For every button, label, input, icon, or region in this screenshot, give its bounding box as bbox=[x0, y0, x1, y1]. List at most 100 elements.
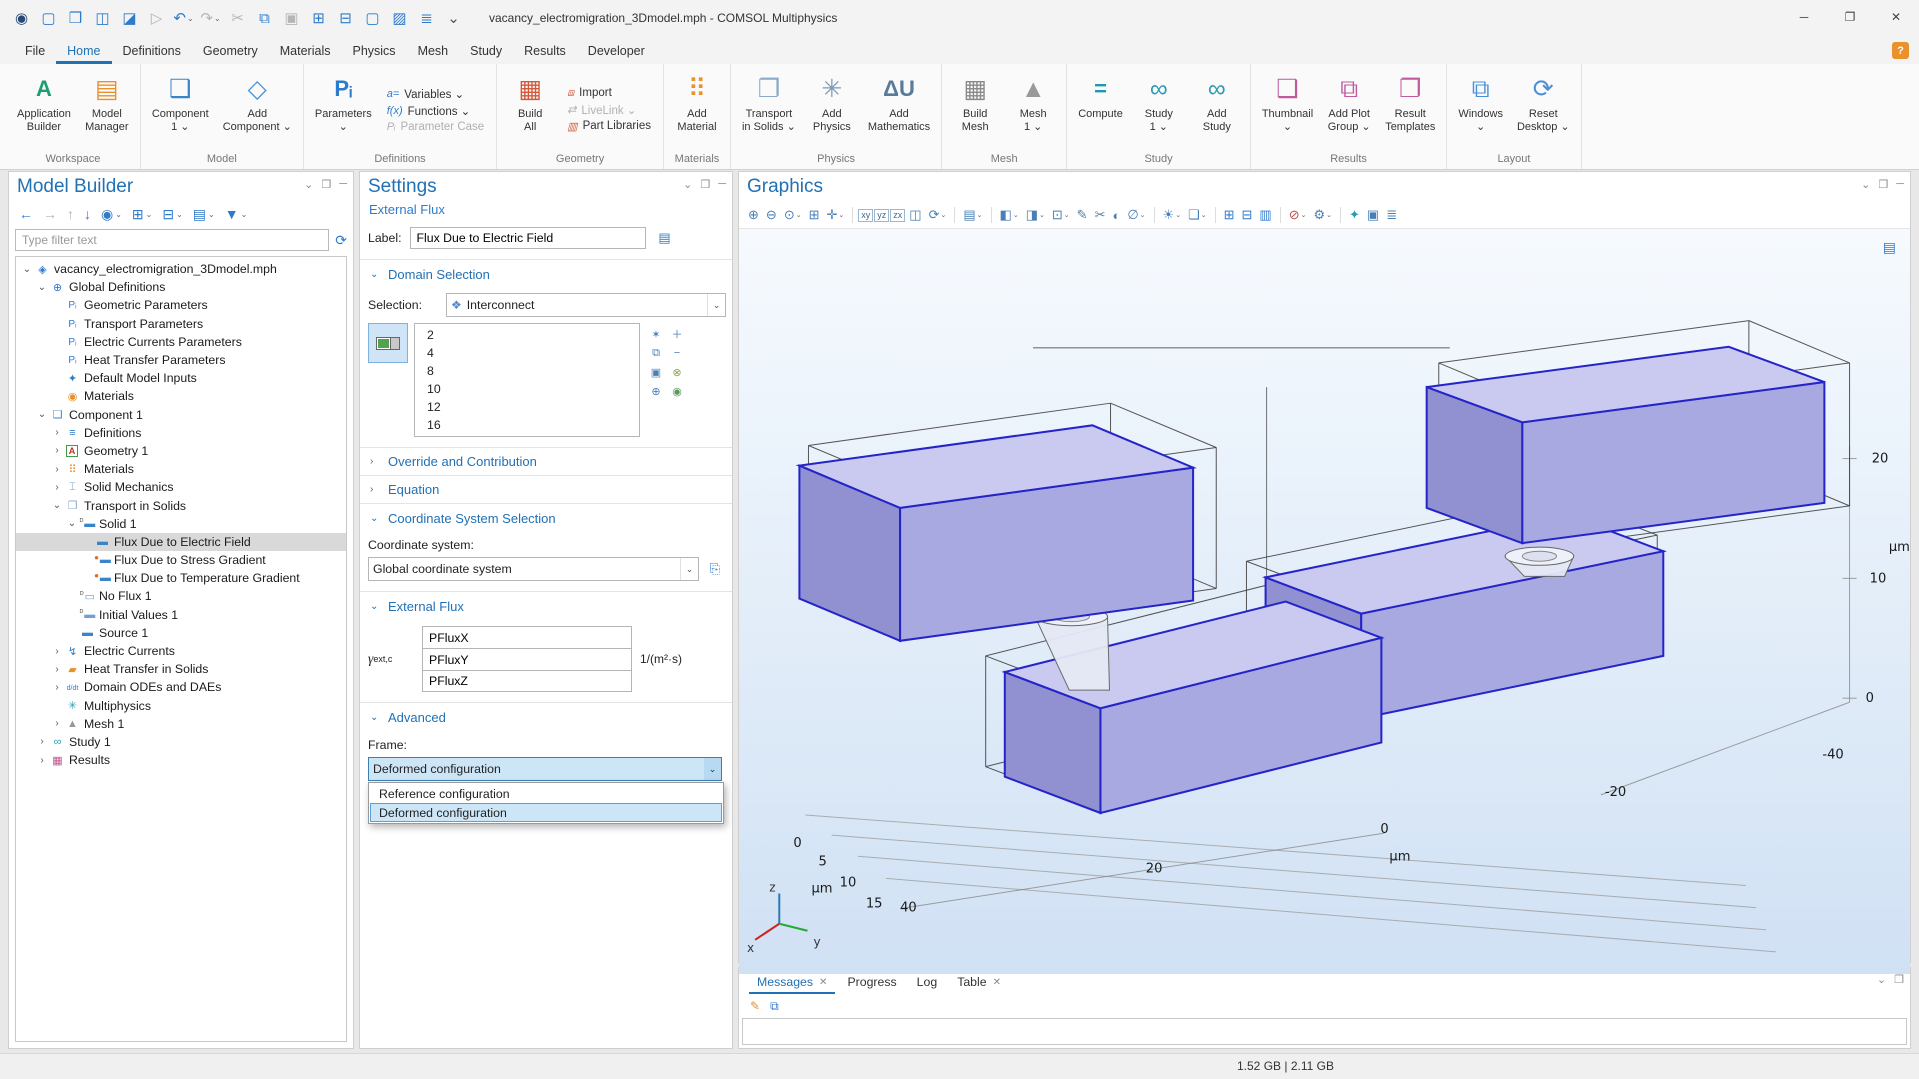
zoom-selected-icon[interactable]: ⊙⌄ bbox=[781, 207, 805, 223]
tree-item[interactable]: ›∞Study 1 bbox=[16, 733, 346, 751]
flux-input-z[interactable] bbox=[422, 670, 632, 692]
remove-from-selection-icon[interactable]: − bbox=[667, 344, 687, 362]
rename-icon[interactable]: ▤ bbox=[654, 228, 676, 248]
transparency-icon[interactable]: ◐ bbox=[1109, 208, 1123, 223]
copy-messages-icon[interactable]: ⧉ bbox=[767, 999, 782, 1014]
tree-chevron-icon[interactable]: › bbox=[50, 718, 64, 729]
tab-messages[interactable]: Messages✕ bbox=[749, 971, 835, 994]
paste-selection-icon[interactable]: ▣ bbox=[646, 363, 666, 381]
copy-selection-icon[interactable]: ⧉ bbox=[646, 344, 666, 362]
material-rendering-icon[interactable]: ◨⌄ bbox=[1023, 207, 1048, 223]
rotate-view-icon[interactable]: ⟳⌄ bbox=[926, 207, 950, 223]
merge-window-icon[interactable]: ⊟ bbox=[1239, 207, 1256, 223]
new-file-icon[interactable]: ▢ bbox=[35, 5, 62, 31]
tree-item[interactable]: ✳Multiphysics bbox=[16, 697, 346, 715]
tree-item[interactable]: PᵢHeat Transfer Parameters bbox=[16, 351, 346, 369]
back-button[interactable]: ← bbox=[15, 206, 37, 222]
tree-item[interactable]: ⌄ᴰ▬Solid 1 bbox=[16, 515, 346, 533]
compute-button[interactable]: =Compute bbox=[1071, 68, 1130, 151]
node-text-button[interactable]: ▤⌄ bbox=[189, 206, 219, 223]
report-icon[interactable]: ≣ bbox=[413, 5, 440, 31]
collapse-all-button[interactable]: ⊟⌄ bbox=[158, 206, 186, 223]
tree-chevron-icon[interactable]: › bbox=[35, 736, 49, 747]
tree-item[interactable]: ●▬Flux Due to Temperature Gradient bbox=[16, 569, 346, 587]
copy-icon[interactable]: ⧉ bbox=[251, 5, 278, 31]
tree-item[interactable]: ▬Source 1 bbox=[16, 624, 346, 642]
float-panel-icon[interactable]: ❐ bbox=[700, 178, 710, 191]
image-options-icon[interactable]: ▤⌄ bbox=[960, 207, 985, 223]
collapse-panel-icon[interactable]: ⌄ bbox=[304, 178, 313, 191]
selection-mode-icon[interactable]: ⊡⌄ bbox=[1049, 207, 1073, 223]
transport-in-solids-button[interactable]: ❐Transportin Solids ⌄ bbox=[735, 68, 803, 151]
save-as-icon[interactable]: ◪ bbox=[116, 5, 143, 31]
close-panel-icon[interactable]: ─ bbox=[339, 178, 347, 191]
go-to-default-view-icon[interactable]: ✛⌄ bbox=[824, 207, 848, 223]
menu-physics[interactable]: Physics bbox=[341, 39, 406, 64]
tree-item[interactable]: PᵢElectric Currents Parameters bbox=[16, 333, 346, 351]
close-icon[interactable]: ✕ bbox=[993, 977, 1001, 988]
tree-chevron-icon[interactable]: ⌄ bbox=[20, 264, 34, 275]
build-mesh-button[interactable]: ▦BuildMesh bbox=[946, 68, 1004, 151]
close-button[interactable]: ✕ bbox=[1873, 0, 1919, 34]
add-to-selection-icon[interactable]: ＋ bbox=[667, 325, 687, 343]
tree-item[interactable]: ›↯Electric Currents bbox=[16, 642, 346, 660]
tree-item[interactable]: ›▲Mesh 1 bbox=[16, 715, 346, 733]
tree-item[interactable]: ›≡Definitions bbox=[16, 424, 346, 442]
tab-progress[interactable]: Progress bbox=[839, 971, 904, 994]
add-physics-button[interactable]: ✳AddPhysics bbox=[803, 68, 861, 151]
collapse-panel-icon[interactable]: ⌄ bbox=[683, 178, 692, 191]
view-flip-icon[interactable]: ◫ bbox=[906, 207, 924, 223]
annotate-icon[interactable]: ✎ bbox=[747, 999, 763, 1013]
parameters-button[interactable]: PᵢParameters⌄ bbox=[308, 68, 379, 151]
tree-item[interactable]: ›⌶Solid Mechanics bbox=[16, 478, 346, 496]
build-all-button[interactable]: ▦BuildAll bbox=[501, 68, 559, 151]
variables-button[interactable]: a=Variables ⌄ bbox=[387, 87, 484, 101]
tree-chevron-icon[interactable]: ⌄ bbox=[65, 518, 79, 529]
add-study-button[interactable]: ∞AddStudy bbox=[1188, 68, 1246, 151]
create-selection-icon[interactable]: ✶ bbox=[646, 325, 666, 343]
update-plot-icon[interactable]: ✦ bbox=[1346, 207, 1363, 223]
domain-list-item[interactable]: 12 bbox=[415, 398, 639, 416]
zoom-in-icon[interactable]: ⊕ bbox=[745, 207, 762, 223]
frame-combo[interactable]: Deformed configuration ⌄ bbox=[368, 757, 722, 781]
tree-item[interactable]: ⌄⊕Global Definitions bbox=[16, 278, 346, 296]
tree-chevron-icon[interactable]: › bbox=[50, 682, 64, 693]
import-button[interactable]: ⧈Import bbox=[567, 87, 651, 100]
tree-chevron-icon[interactable]: ⌄ bbox=[35, 282, 49, 293]
study-1-button[interactable]: ∞Study1 ⌄ bbox=[1130, 68, 1188, 151]
selection-combo[interactable]: ❖ Interconnect ⌄ bbox=[446, 293, 726, 317]
section-external-flux[interactable]: ⌄ External Flux bbox=[360, 592, 732, 620]
menu-definitions[interactable]: Definitions bbox=[112, 39, 192, 64]
tree-chevron-icon[interactable]: ⌄ bbox=[35, 409, 49, 420]
tree-chevron-icon[interactable]: › bbox=[50, 427, 64, 438]
tree-item[interactable]: ›▰Heat Transfer in Solids bbox=[16, 660, 346, 678]
tab-table[interactable]: Table✕ bbox=[949, 971, 1009, 994]
minimize-button[interactable]: ─ bbox=[1781, 0, 1827, 34]
graphics-scene[interactable]: ▤ 20µm100-40-200µm2040051015µmzxy bbox=[739, 229, 1910, 962]
tree-item[interactable]: PᵢGeometric Parameters bbox=[16, 296, 346, 314]
flux-input-x[interactable] bbox=[422, 626, 632, 648]
filter-button[interactable]: ▼⌄ bbox=[221, 206, 252, 222]
tree-chevron-icon[interactable]: ⌄ bbox=[50, 500, 64, 511]
domain-list-item[interactable]: 16 bbox=[415, 416, 639, 434]
domain-list-item[interactable]: 10 bbox=[415, 380, 639, 398]
float-panel-icon[interactable]: ❐ bbox=[1894, 973, 1904, 986]
tree-filter-input[interactable] bbox=[15, 229, 329, 251]
color-icon[interactable]: ◧⌄ bbox=[997, 207, 1022, 223]
view-yz-icon[interactable]: yz bbox=[874, 209, 889, 222]
tree-item[interactable]: ✦Default Model Inputs bbox=[16, 369, 346, 387]
domain-list-item[interactable]: 4 bbox=[415, 344, 639, 362]
show-selection-icon[interactable]: ◉ bbox=[667, 382, 687, 400]
add-material-button[interactable]: ⠿AddMaterial bbox=[668, 68, 726, 151]
frame-option[interactable]: Reference configuration bbox=[370, 784, 722, 803]
tree-item[interactable]: ⌄❑Component 1 bbox=[16, 406, 346, 424]
close-icon[interactable]: ✕ bbox=[819, 977, 827, 988]
flux-input-y[interactable] bbox=[422, 648, 632, 670]
tree-chevron-icon[interactable]: › bbox=[50, 482, 64, 493]
application-builder-button[interactable]: AApplicationBuilder bbox=[10, 68, 78, 151]
tree-item[interactable]: ›▦Results bbox=[16, 751, 346, 769]
tree-item[interactable]: ›⠿Materials bbox=[16, 460, 346, 478]
menu-mesh[interactable]: Mesh bbox=[407, 39, 460, 64]
menu-geometry[interactable]: Geometry bbox=[192, 39, 269, 64]
thumbnail-button[interactable]: ❑Thumbnail⌄ bbox=[1255, 68, 1320, 151]
